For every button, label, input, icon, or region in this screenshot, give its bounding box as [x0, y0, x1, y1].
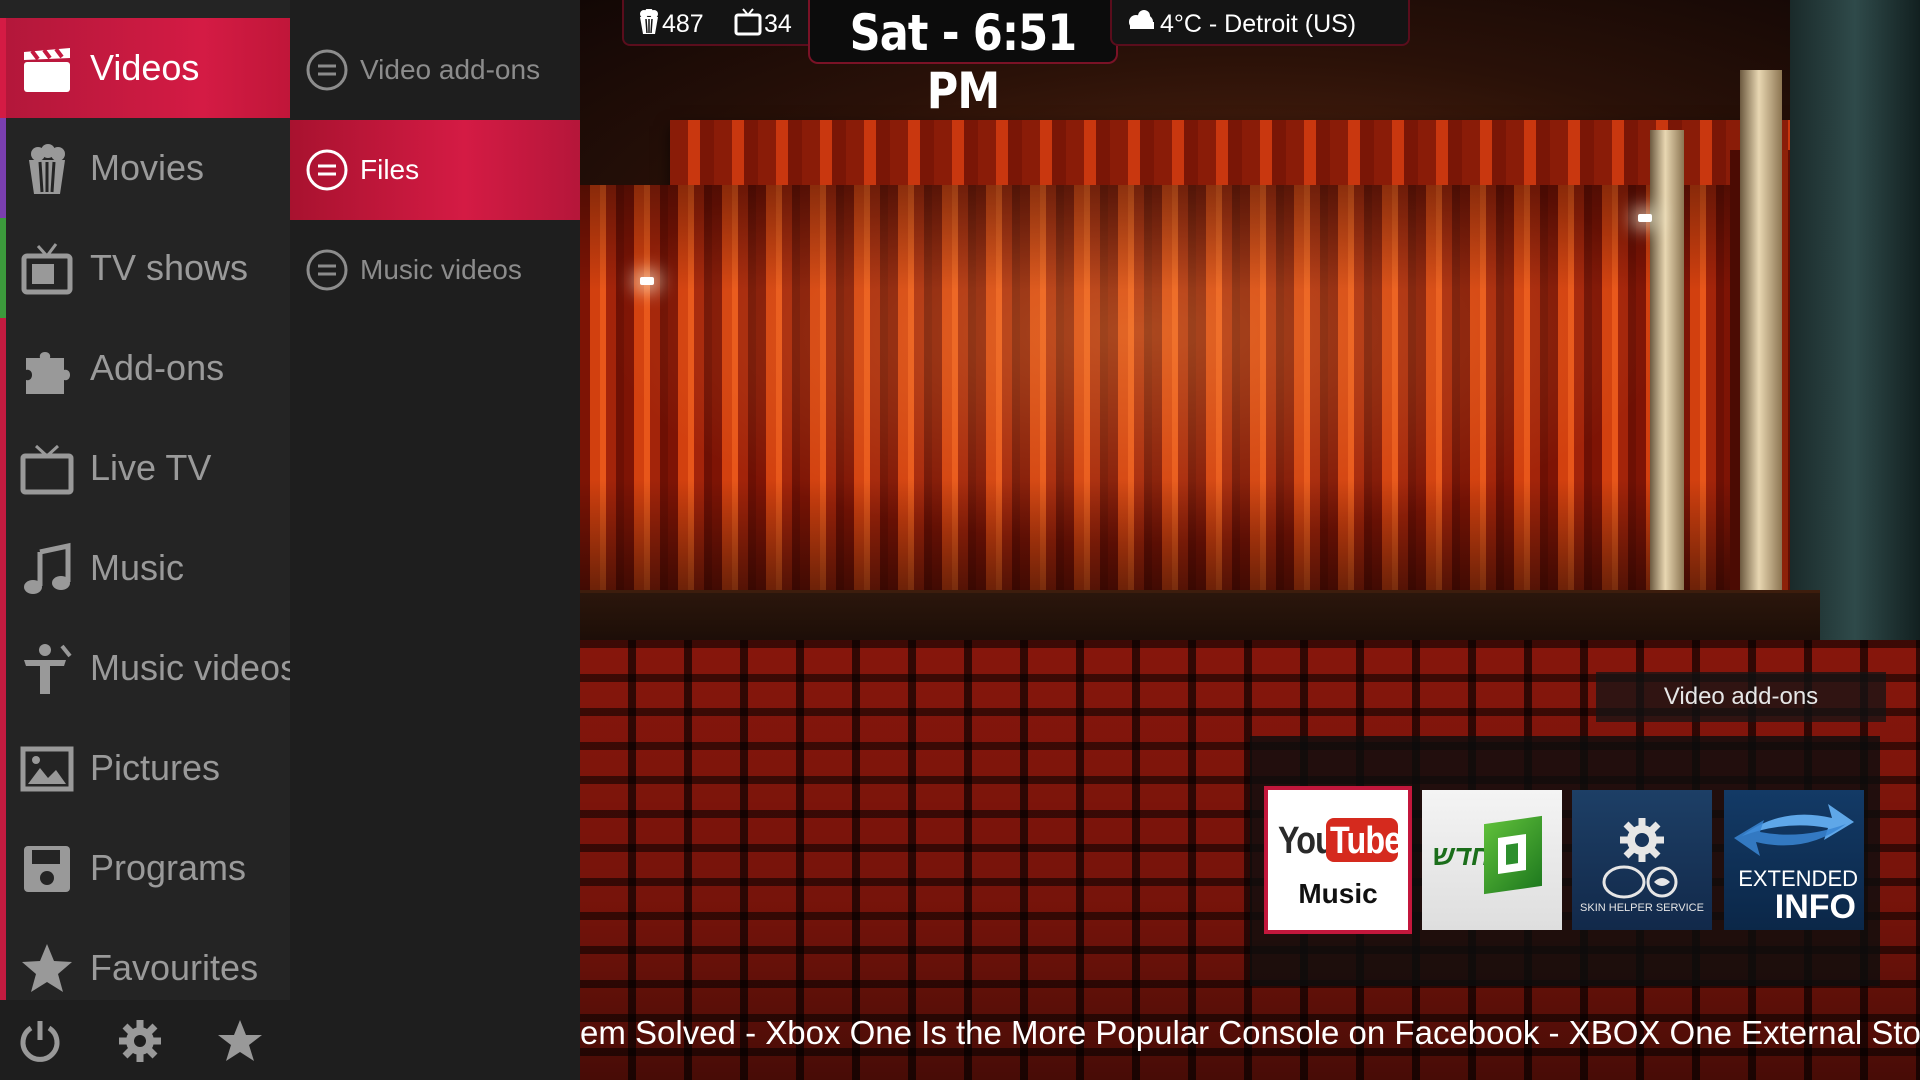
main-menu-label: Videos — [90, 47, 200, 88]
main-menu-item-movies[interactable]: Movies — [0, 118, 290, 218]
menu-circle-icon — [306, 49, 348, 91]
menu-stripe — [0, 118, 6, 218]
main-menu-item-pictures[interactable]: Pictures — [0, 718, 290, 818]
gear-icon — [1620, 818, 1664, 862]
menu-stripe — [0, 818, 6, 918]
sub-menu: Video add-ons Files Music videos — [290, 0, 580, 1080]
youtube-music-label: Music — [1298, 878, 1378, 909]
main-menu-item-tv-shows[interactable]: TV shows — [0, 218, 290, 318]
clapperboard-icon — [24, 47, 70, 92]
pillar — [1740, 70, 1782, 670]
menu-circle-icon — [306, 249, 348, 291]
main-menu-item-live-tv[interactable]: Live TV — [0, 418, 290, 518]
curtain-valance — [670, 120, 1790, 194]
main-menu-label: Music — [90, 547, 185, 588]
stage-curtain — [580, 185, 1820, 605]
youtube-music-tile[interactable]: You Tube Music — [1264, 786, 1412, 934]
popcorn-icon — [640, 9, 658, 34]
info-label: INFO — [1774, 888, 1856, 926]
menu-circle-icon — [306, 149, 348, 191]
arrows-icon — [1734, 804, 1854, 856]
menu-stripe — [0, 318, 6, 418]
main-menu-label: Live TV — [90, 447, 212, 488]
library-counts: 487 34 — [622, 0, 816, 46]
main-menu-item-music[interactable]: Music — [0, 518, 290, 618]
sub-menu-item-files[interactable]: Files — [290, 120, 580, 220]
live-tv-icon — [20, 444, 74, 495]
main-menu-label: Add-ons — [90, 347, 225, 388]
widget-title: Video add-ons — [1663, 683, 1819, 710]
movie-count: 487 — [662, 10, 704, 38]
main-menu-item-videos[interactable]: Videos — [0, 18, 290, 118]
menu-stripe — [0, 718, 6, 818]
tvshow-count: 34 — [764, 10, 792, 38]
sub-menu-item-video-add-ons[interactable]: Video add-ons — [290, 20, 580, 120]
widget-header: Video add-ons — [1596, 672, 1886, 722]
weather-panel: 4°C - Detroit (US) — [1110, 0, 1410, 46]
menu-stripe — [0, 618, 6, 718]
bottom-bar — [0, 1000, 290, 1080]
main-menu-label: Music videos — [90, 647, 299, 688]
tv-icon — [21, 243, 73, 295]
sub-menu-item-music-videos[interactable]: Music videos — [290, 220, 580, 320]
skin-helper-label: SKIN HELPER SERVICE — [1580, 902, 1704, 914]
menu-stripe — [0, 218, 6, 318]
main-menu-label: Programs — [90, 847, 247, 888]
weather-text: 4°C - Detroit (US) — [1160, 10, 1357, 38]
pictures-icon — [20, 746, 74, 792]
puzzle-icon — [26, 352, 70, 394]
music-video-icon — [24, 644, 72, 694]
menu-stripe — [0, 918, 6, 1000]
music-note-icon — [24, 542, 71, 594]
stage-lamp — [640, 277, 654, 285]
sub-menu-label: Files — [360, 154, 420, 185]
popcorn-icon — [29, 144, 65, 194]
main-menu-item-favourites[interactable]: Favourites — [0, 918, 290, 1000]
main-menu-item-programs[interactable]: Programs — [0, 818, 290, 918]
tv-icon — [734, 8, 762, 36]
green-block-core — [1506, 843, 1518, 865]
menu-stripe — [0, 18, 6, 118]
hebrew-addon-label: חדש — [1432, 840, 1491, 871]
ticker-text: em Solved - Xbox One Is the More Popular… — [580, 1014, 1920, 1051]
youtube-logo-tube: Tube — [1330, 820, 1402, 862]
clock-panel: Sat - 6:51 PM — [808, 0, 1118, 120]
extended-info-tile[interactable]: EXTENDED INFO — [1724, 790, 1864, 930]
power-icon[interactable] — [17, 1018, 63, 1064]
main-menu-label: TV shows — [90, 247, 249, 288]
stage-lamp — [1638, 214, 1652, 222]
cloud-icon — [1129, 10, 1154, 29]
main-menu-item-add-ons[interactable]: Add-ons — [0, 318, 290, 418]
star-icon — [22, 944, 72, 992]
sub-menu-label: Video add-ons — [360, 54, 541, 85]
sub-menu-label: Music videos — [360, 254, 522, 285]
main-menu-item-music-videos[interactable]: Music videos — [0, 618, 298, 718]
clock: Sat - 6:51 PM — [849, 4, 1078, 120]
menu-stripe — [0, 418, 6, 518]
main-menu-label: Movies — [90, 147, 205, 188]
gear-icon[interactable] — [117, 1018, 163, 1064]
skin-helper-service-tile[interactable]: SKIN HELPER SERVICE — [1572, 790, 1712, 930]
hebrew-addon-tile[interactable]: חדש — [1422, 790, 1562, 930]
menu-stripe — [0, 518, 6, 618]
main-menu: Videos Movies TV shows Add-ons Live TV M… — [0, 0, 298, 1000]
palette-icon — [1602, 865, 1678, 899]
news-ticker: em Solved - Xbox One Is the More Popular… — [580, 1002, 1920, 1064]
star-icon[interactable] — [217, 1018, 263, 1064]
main-menu-label: Pictures — [90, 747, 221, 788]
floppy-disk-icon — [24, 846, 70, 892]
